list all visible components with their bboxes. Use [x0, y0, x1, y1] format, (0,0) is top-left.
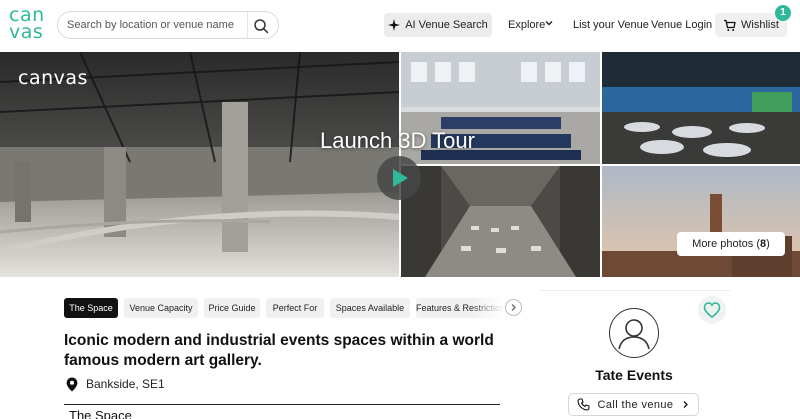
venue-name: Tate Events — [595, 367, 673, 383]
venue-headline: Iconic modern and industrial events spac… — [64, 332, 494, 369]
venue-location: Bankside, SE1 — [66, 376, 165, 392]
heart-icon — [703, 302, 721, 318]
section-tabs: The Space Venue Capacity Price Guide Per… — [64, 298, 522, 318]
call-venue-label: Call the venue — [597, 398, 674, 411]
launch-3d-tour-label[interactable]: Launch 3D Tour — [320, 128, 475, 154]
more-photos-button[interactable]: More photos (8) — [677, 232, 785, 256]
more-photos-count: 8 — [760, 238, 767, 250]
gallery-photo-3[interactable] — [401, 166, 600, 277]
search-icon — [254, 19, 269, 34]
tabs-fade — [470, 298, 504, 318]
user-icon — [618, 319, 650, 350]
tab-the-space[interactable]: The Space — [64, 298, 118, 318]
tab-price-guide[interactable]: Price Guide — [204, 298, 260, 318]
more-photos-label: More photos — [692, 238, 754, 250]
ai-search-label: AI Venue Search — [405, 19, 488, 31]
ai-venue-search-button[interactable]: AI Venue Search — [384, 13, 492, 37]
venue-login-link[interactable]: Venue Login — [651, 19, 712, 31]
search-button[interactable] — [252, 17, 270, 35]
tabs-scroll-right-button[interactable] — [505, 299, 522, 316]
explore-menu[interactable]: Explore — [508, 19, 545, 31]
add-to-wishlist-button[interactable] — [698, 296, 726, 324]
section-divider — [64, 404, 500, 405]
chevron-right-icon — [684, 401, 689, 408]
canvas-logo[interactable]: can vas — [9, 6, 49, 43]
photo-gallery: canvas Launch 3D Tour More photos (8) — [0, 52, 800, 277]
tab-venue-capacity[interactable]: Venue Capacity — [124, 298, 198, 318]
phone-icon — [576, 398, 590, 411]
logo-line-2: vas — [9, 21, 44, 43]
location-pin-icon — [66, 377, 78, 391]
location-text: Bankside, SE1 — [86, 377, 165, 391]
call-the-venue-button[interactable]: Call the venue — [568, 393, 699, 416]
play-3d-tour-button[interactable] — [377, 156, 421, 200]
list-your-venue-link[interactable]: List your Venue — [573, 19, 649, 31]
cart-icon — [724, 19, 736, 31]
the-space-heading: The Space — [69, 408, 132, 419]
wishlist-label: Wishlist — [741, 19, 779, 31]
sparkle-icon — [388, 19, 401, 31]
wishlist-count-badge: 1 — [775, 5, 791, 21]
site-header: can vas AI Venue Search Explore List you… — [0, 0, 800, 52]
chevron-right-icon — [511, 304, 516, 311]
tab-spaces-available[interactable]: Spaces Available — [330, 298, 410, 318]
search-input[interactable] — [67, 17, 242, 33]
chevron-down-icon[interactable] — [544, 18, 554, 28]
search-divider — [247, 12, 248, 38]
card-top-divider — [540, 290, 730, 291]
tab-perfect-for[interactable]: Perfect For — [266, 298, 324, 318]
play-icon — [393, 169, 408, 187]
gallery-watermark-logo: canvas — [18, 67, 88, 89]
gallery-photo-4[interactable] — [602, 166, 800, 277]
venue-avatar — [609, 308, 659, 358]
gallery-photo-2[interactable] — [602, 52, 800, 164]
search-box — [57, 11, 279, 39]
